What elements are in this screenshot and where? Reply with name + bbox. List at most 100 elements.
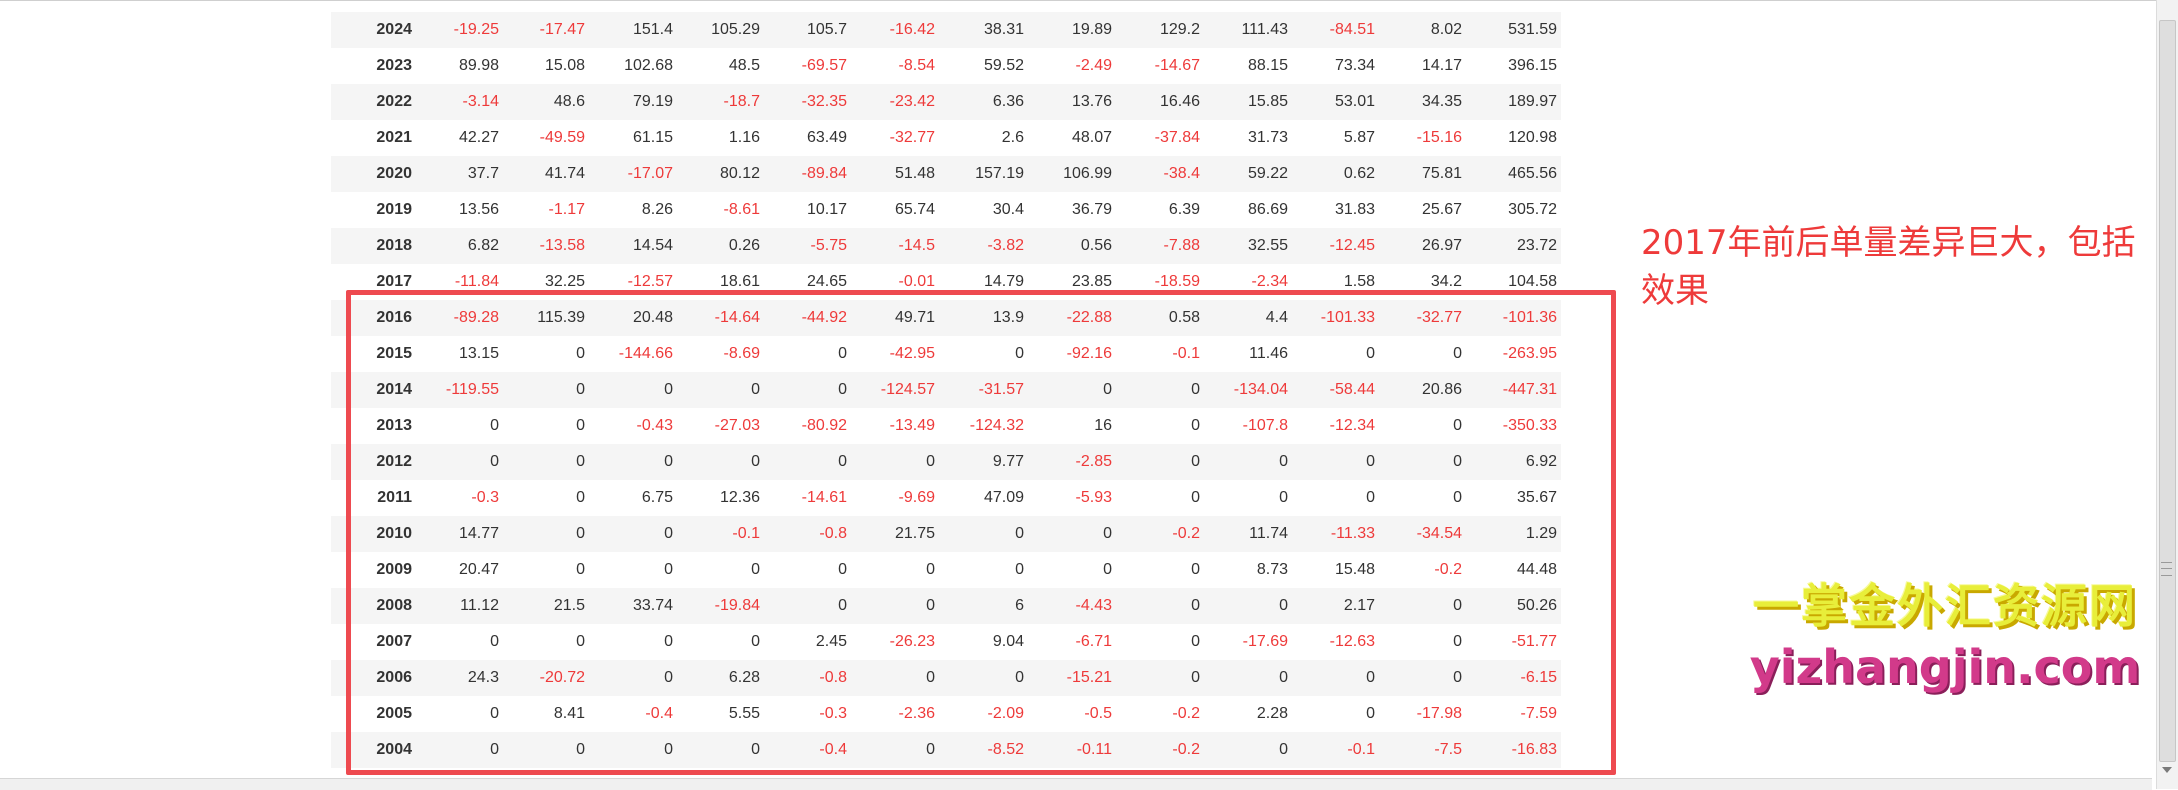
value-cell: 8.26 [641,201,673,218]
value-cell: -38.4 [1163,165,1200,182]
total-cell: 396.15 [1508,57,1557,74]
total-cell: 189.97 [1508,93,1557,110]
annotation-line-1: 2017年前后单量差异巨大，包括 [1641,223,2136,263]
value-cell: 65.74 [894,201,935,218]
year-cell: 2020 [376,165,412,182]
watermark-chinese: 一掌金外汇资源网 [1753,579,2137,633]
value-cell: 6.82 [467,237,499,254]
highlight-box [346,290,1616,775]
value-cell: 63.49 [806,129,847,146]
value-cell: 151.4 [632,21,673,38]
value-cell: 48.6 [553,93,585,110]
value-cell: 75.81 [1421,165,1462,182]
scroll-down-arrow-icon[interactable] [2159,762,2175,778]
value-cell: 10.17 [806,201,847,218]
value-cell: 53.01 [1334,93,1375,110]
value-cell: 105.7 [806,21,847,38]
value-cell: 26.97 [1421,237,1462,254]
year-cell: 2022 [376,93,412,110]
value-cell: 2.6 [1001,129,1024,146]
value-cell: 0.26 [728,237,760,254]
year-cell: 2023 [376,57,412,74]
value-cell: 5.87 [1343,129,1375,146]
value-cell: 102.68 [624,57,673,74]
value-cell: 13.56 [458,201,499,218]
value-cell: 1.16 [728,129,760,146]
table-row: 2021 42.27 -49.59 61.15 1.16 63.49 -32.77 2.6 48… [331,120,1561,156]
page-top-border [0,0,2178,1]
value-cell: -13.58 [539,237,585,254]
value-cell: 111.43 [1241,21,1288,38]
value-cell: -5.75 [810,237,847,254]
table-row: 2019 13.56 -1.17 8.26 -8.61 10.17 65.74 30.4 36.… [331,192,1561,228]
value-cell: 86.69 [1247,201,1288,218]
value-cell: 89.98 [458,57,499,74]
value-cell: -84.51 [1329,21,1375,38]
total-cell: 531.59 [1508,21,1557,38]
value-cell: 15.85 [1247,93,1288,110]
value-cell: -3.14 [462,93,499,110]
value-cell: -1.17 [548,201,585,218]
year-cell: 2024 [376,21,412,38]
value-cell: 14.54 [632,237,673,254]
value-cell: -19.25 [453,21,499,38]
value-cell: -69.57 [801,57,847,74]
value-cell: 15.08 [544,57,585,74]
value-cell: 51.48 [894,165,935,182]
value-cell: 25.67 [1421,201,1462,218]
value-cell: -3.82 [987,237,1024,254]
value-cell: -14.5 [898,237,935,254]
value-cell: 6.36 [992,93,1024,110]
value-cell: 88.15 [1247,57,1288,74]
value-cell: -16.42 [889,21,935,38]
value-cell: 31.83 [1334,201,1375,218]
value-cell: 79.19 [632,93,673,110]
value-cell: -89.84 [801,165,847,182]
value-cell: -2.49 [1075,57,1112,74]
value-cell: 105.29 [711,21,760,38]
value-cell: -23.42 [889,93,935,110]
value-cell: 80.12 [719,165,760,182]
value-cell: 41.74 [544,165,585,182]
value-cell: 30.4 [992,201,1024,218]
value-cell: 106.99 [1063,165,1112,182]
value-cell: 34.35 [1421,93,1462,110]
value-cell: 13.76 [1071,93,1112,110]
year-cell: 2018 [376,237,412,254]
value-cell: 16.46 [1159,93,1200,110]
watermark-url: yizhangjin.com [1749,640,2141,694]
annotation-text: 2017年前后单量差异巨大，包括 效果 [1641,219,2161,315]
value-cell: 38.31 [983,21,1024,38]
value-cell: 129.2 [1159,21,1200,38]
value-cell: 19.89 [1071,21,1112,38]
table-row: 2022 -3.14 48.6 79.19 -18.7 -32.35 -23.42 6.36 1… [331,84,1561,120]
value-cell: -17.47 [539,21,585,38]
value-cell: 31.73 [1247,129,1288,146]
value-cell: -12.45 [1329,237,1375,254]
total-cell: 120.98 [1508,129,1557,146]
annotation-line-2: 效果 [1641,271,1709,311]
table-row: 2024 -19.25 -17.47 151.4 105.29 105.7 -16.42 38… [331,12,1561,48]
value-cell: 157.19 [975,165,1024,182]
value-cell: 42.27 [458,129,499,146]
value-cell: -32.35 [801,93,847,110]
value-cell: -15.16 [1416,129,1462,146]
value-cell: -7.88 [1163,237,1200,254]
value-cell: 8.02 [1430,21,1462,38]
year-cell: 2019 [376,201,412,218]
value-cell: 48.07 [1071,129,1112,146]
value-cell: 37.7 [467,165,499,182]
scrollbar-grip-icon [2161,562,2172,576]
value-cell: 48.5 [728,57,760,74]
value-cell: -37.84 [1154,129,1200,146]
value-cell: -49.59 [539,129,585,146]
scrollbar-thumb[interactable] [2159,20,2176,762]
value-cell: 61.15 [632,129,673,146]
value-cell: -17.07 [627,165,673,182]
value-cell: 6.39 [1168,201,1200,218]
total-cell: 465.56 [1508,165,1557,182]
horizontal-scrollbar[interactable] [0,778,2152,790]
value-cell: -14.67 [1154,57,1200,74]
value-cell: 59.22 [1247,165,1288,182]
value-cell: 59.52 [983,57,1024,74]
